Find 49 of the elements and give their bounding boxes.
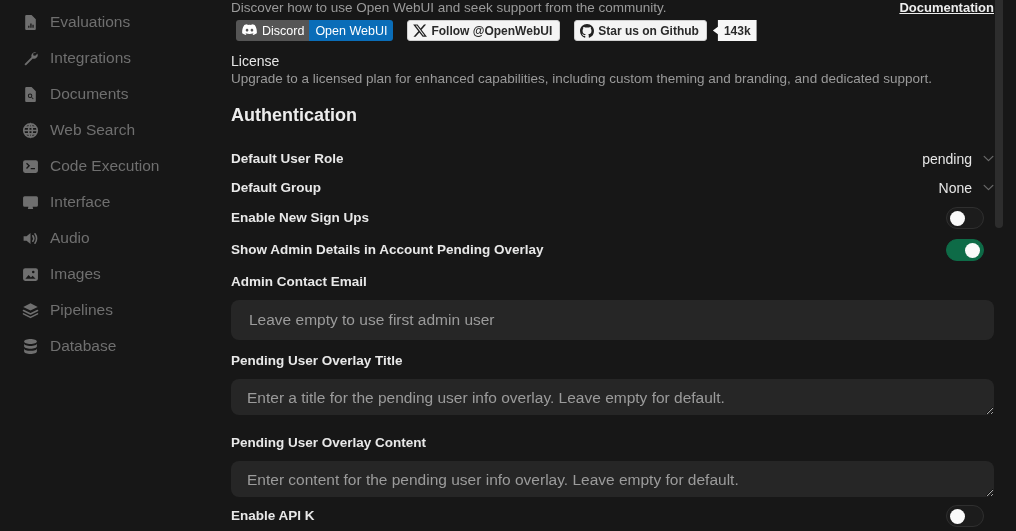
setting-label: Enable API K [231, 507, 315, 525]
sidebar-item[interactable]: Documents [0, 76, 190, 112]
scrollbar-thumb[interactable] [995, 0, 1003, 228]
wrench-icon [22, 49, 39, 67]
image-icon [22, 265, 39, 283]
setting-label: Default User Role [231, 149, 344, 168]
sidebar-item[interactable]: Integrations [0, 40, 190, 76]
sidebar-item[interactable]: Interface [0, 184, 190, 220]
setting-label: Default Group [231, 178, 321, 197]
license-description: Upgrade to a licensed plan for enhanced capabilities, including custom theming and branding, and dedicated support. [231, 70, 933, 88]
sidebar-item[interactable]: Code Execution [0, 148, 190, 184]
setting-label: Pending User Overlay Content [231, 434, 427, 452]
setting-label: Admin Contact Email [231, 273, 367, 291]
setting-label: Pending User Overlay Title [231, 352, 403, 370]
follow-badge[interactable]: Follow @OpenWebUI [407, 20, 561, 41]
github-star-button[interactable]: Star us on Github [574, 20, 707, 41]
toggle-switch[interactable] [946, 505, 984, 527]
sidebar-item[interactable]: Web Search [0, 112, 190, 148]
textarea-field[interactable]: Enter content for the pending user info overlay. Leave empty for default. [231, 461, 994, 497]
discord-logo-icon [242, 24, 257, 37]
setting-label: Enable New Sign Ups [231, 209, 370, 227]
sidebar-item[interactable]: Database [0, 328, 190, 364]
toggle-switch[interactable] [946, 207, 984, 229]
terminal-icon [22, 157, 39, 175]
documentation-link[interactable]: Documentation [899, 0, 994, 15]
chevron-down-icon [983, 155, 994, 162]
file-search-icon [22, 85, 39, 103]
chevron-down-icon [983, 184, 994, 191]
file-chart-icon [22, 13, 39, 31]
community-text: Discover how to use Open WebUI and seek support from the community. [231, 0, 667, 16]
sidebar-item[interactable]: Audio [0, 220, 190, 256]
textarea-field[interactable]: Enter a title for the pending user info overlay. Leave empty for default. [231, 379, 994, 415]
star-count[interactable]: 143k [712, 20, 757, 41]
github-logo-icon [580, 23, 595, 38]
layers-icon [22, 301, 39, 319]
select-dropdown[interactable]: None [934, 179, 994, 196]
globe-icon [22, 121, 39, 139]
section-heading: Authentication [231, 104, 358, 127]
sidebar-item[interactable]: Evaluations [0, 4, 190, 40]
input-field[interactable]: Leave empty to use first admin user [231, 300, 994, 340]
database-icon [22, 337, 39, 355]
monitor-icon [22, 193, 39, 211]
license-title: License [231, 53, 281, 70]
select-dropdown[interactable]: pending [918, 150, 994, 167]
sidebar-item[interactable]: Images [0, 256, 190, 292]
x-logo-icon [413, 24, 428, 37]
toggle-switch[interactable] [946, 239, 984, 261]
setting-label: Show Admin Details in Account Pending Overlay [231, 241, 544, 259]
sidebar-item[interactable]: Pipelines [0, 292, 190, 328]
